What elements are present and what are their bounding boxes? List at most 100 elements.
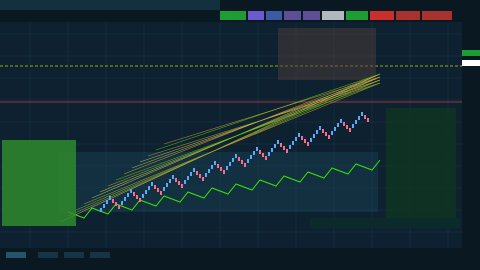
price-bar (151, 182, 153, 186)
toolbar-button-4[interactable] (284, 11, 301, 20)
price-bar (301, 136, 303, 140)
fan-line (163, 76, 381, 145)
price-bar (334, 127, 336, 131)
current-price-tag (462, 60, 480, 66)
price-bar (307, 142, 309, 146)
toolbar-button-5[interactable] (303, 11, 320, 20)
price-bar (157, 188, 159, 192)
price-bar (223, 170, 225, 174)
price-bar (154, 185, 156, 189)
price-bar (268, 152, 270, 156)
price-bar (337, 123, 339, 127)
price-bar (283, 146, 285, 150)
price-bar (205, 173, 207, 177)
price-bar (229, 162, 231, 166)
price-bar (274, 144, 276, 148)
price-bar (130, 189, 132, 193)
bottom-tab-3[interactable] (64, 252, 84, 258)
price-bar (325, 132, 327, 136)
price-bar (187, 176, 189, 180)
price-bar (322, 129, 324, 133)
bottom-tab-1[interactable] (6, 252, 26, 258)
bottom-tab-2[interactable] (38, 252, 58, 258)
toolbar-button-9[interactable] (396, 11, 420, 20)
price-bar (112, 199, 114, 203)
strategy-overlay (2, 140, 76, 226)
price-bar (118, 205, 120, 209)
price-bar (238, 157, 240, 161)
price-bar (295, 137, 297, 141)
price-bar (277, 140, 279, 144)
price-bar (226, 166, 228, 170)
price-bar (190, 172, 192, 176)
status-readout (310, 218, 460, 228)
price-bar (262, 153, 264, 157)
price-bar (235, 154, 237, 158)
price-bar (319, 126, 321, 130)
price-bar (358, 116, 360, 120)
price-bar (202, 177, 204, 181)
price-bar (250, 155, 252, 159)
price-bar (367, 118, 369, 122)
price-bar (217, 164, 219, 168)
fan-line (147, 82, 381, 157)
price-tag (462, 50, 480, 56)
toolbar-button-3[interactable] (266, 11, 282, 20)
price-bar (304, 139, 306, 143)
price-bar (139, 198, 141, 202)
price-bar (298, 133, 300, 137)
price-bar (310, 138, 312, 142)
price-bar (100, 208, 102, 212)
toolbar-button-2[interactable] (248, 11, 264, 20)
price-bar (265, 156, 267, 160)
price-bar (106, 200, 108, 204)
toolbar-button-6[interactable] (322, 11, 344, 20)
bottom-tab-bar (0, 248, 480, 270)
price-bar (355, 120, 357, 124)
price-bar (346, 125, 348, 129)
price-bar (244, 163, 246, 167)
price-bar (259, 150, 261, 154)
price-bar (136, 195, 138, 199)
toolbar-button-1[interactable] (220, 11, 246, 20)
bottom-tab-4[interactable] (90, 252, 110, 258)
price-bar (316, 130, 318, 134)
toolbar-button-10[interactable] (422, 11, 452, 20)
price-bar (328, 135, 330, 139)
price-bar (181, 184, 183, 188)
statistics-panel (386, 108, 456, 226)
price-bar (286, 149, 288, 153)
price-bar (115, 202, 117, 206)
price-bar (241, 160, 243, 164)
price-bar (331, 131, 333, 135)
price-bar (175, 178, 177, 182)
price-bar (211, 165, 213, 169)
window-tab-strip[interactable] (0, 0, 220, 10)
price-axis[interactable] (462, 22, 480, 248)
price-bar (289, 145, 291, 149)
price-bar (280, 143, 282, 147)
price-bar (163, 187, 165, 191)
price-bar (364, 115, 366, 119)
price-bar (313, 134, 315, 138)
price-bar (142, 194, 144, 198)
toolbar-button-7[interactable] (346, 11, 368, 20)
top-toolbar (0, 0, 480, 22)
price-bar (343, 122, 345, 126)
price-bar (184, 180, 186, 184)
price-bar (196, 171, 198, 175)
price-bar (271, 148, 273, 152)
toolbar-button-8[interactable] (370, 11, 394, 20)
price-bar (361, 112, 363, 116)
price-bar (214, 161, 216, 165)
price-bar (247, 159, 249, 163)
price-bar (178, 181, 180, 185)
price-bar (145, 190, 147, 194)
price-bar (160, 191, 162, 195)
price-bar (148, 186, 150, 190)
range-box (278, 28, 376, 80)
price-bar (193, 168, 195, 172)
price-bar (253, 151, 255, 155)
price-bar (133, 192, 135, 196)
price-bar (103, 204, 105, 208)
